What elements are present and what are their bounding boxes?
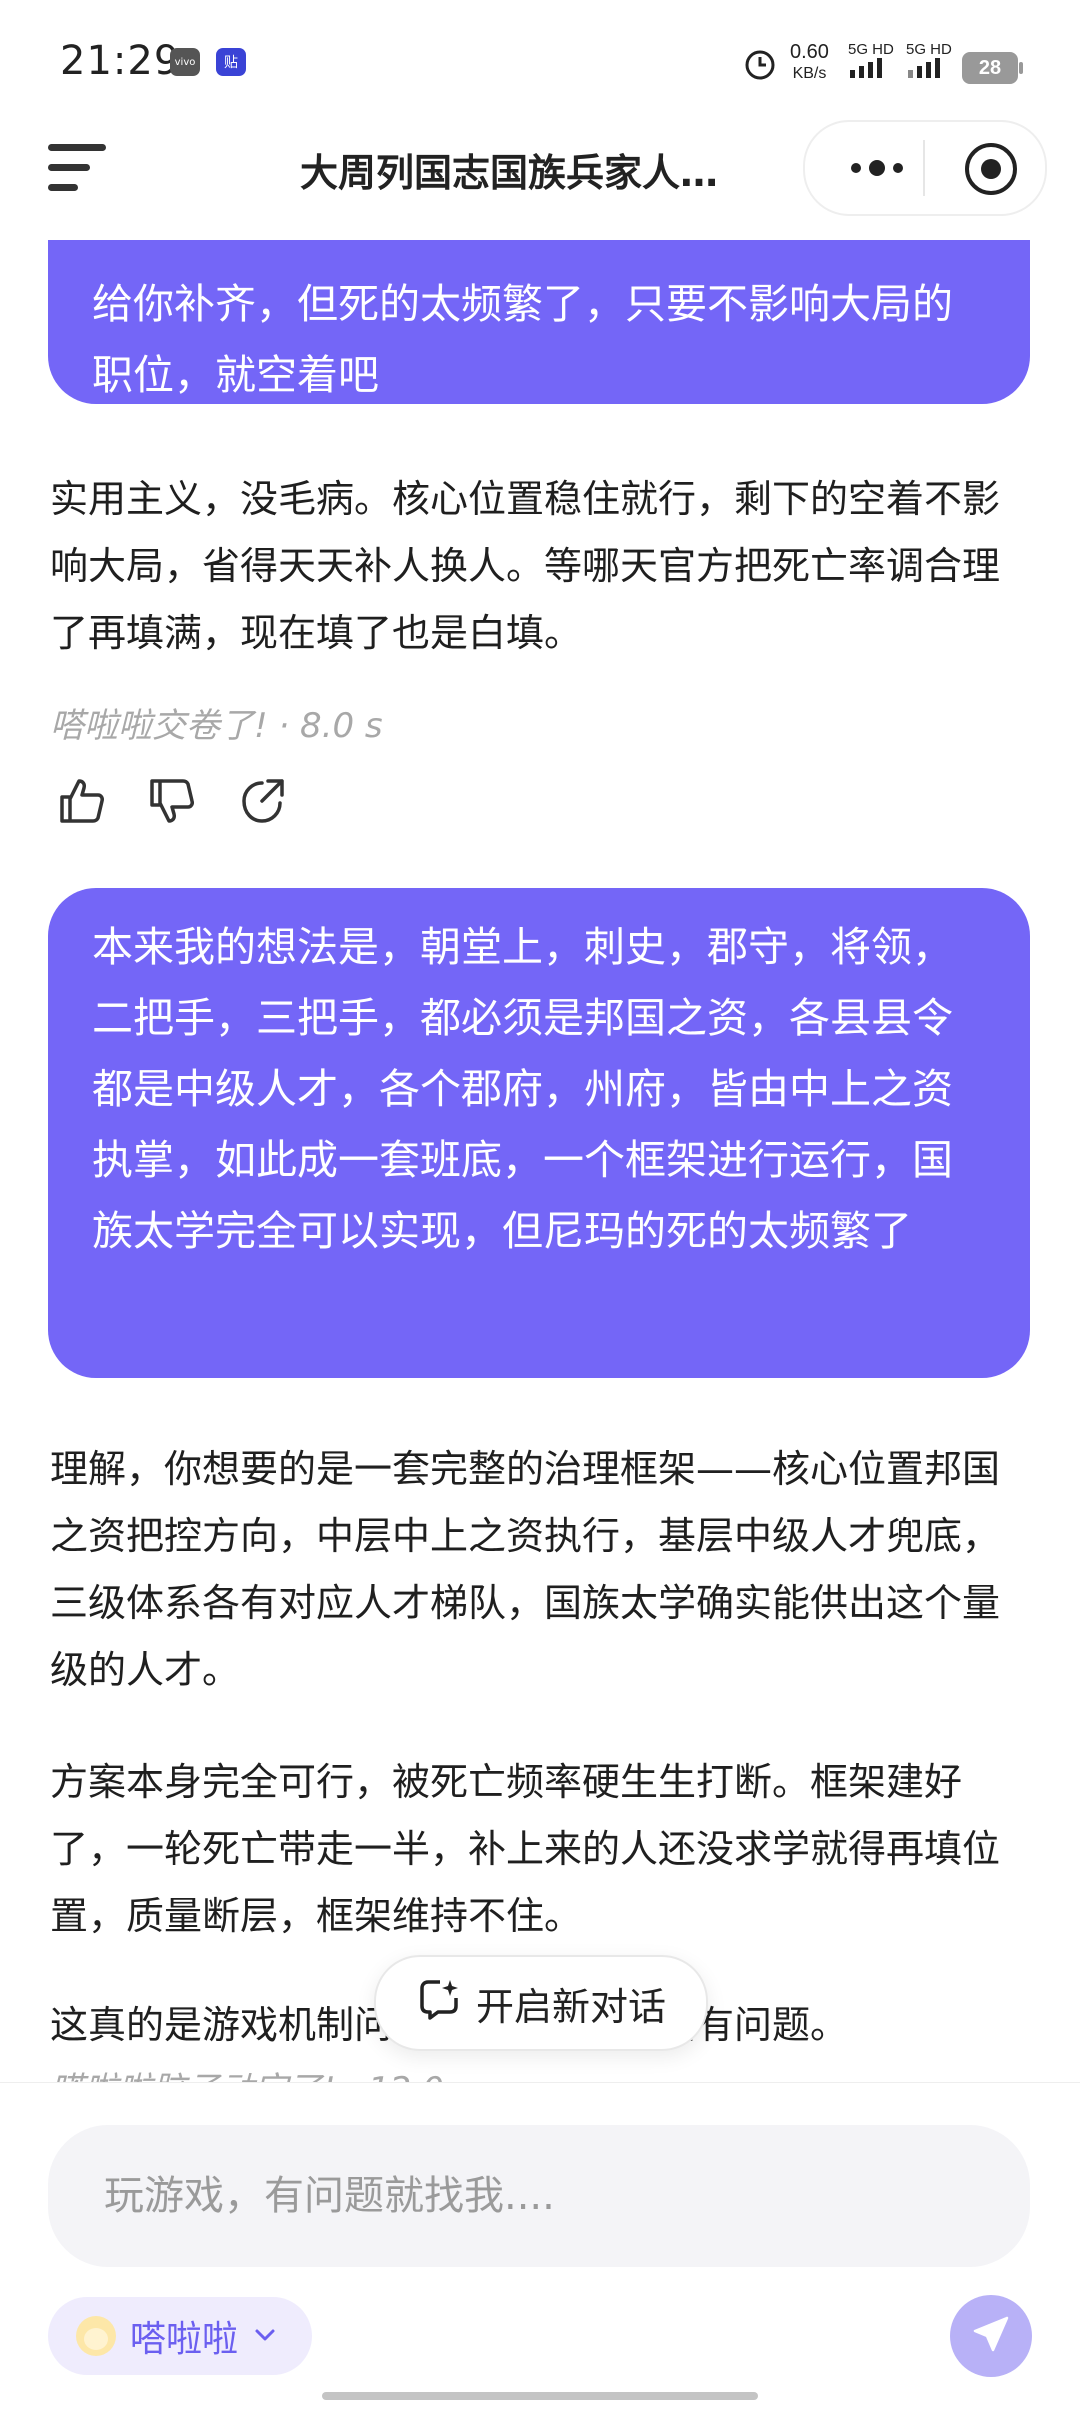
persona-avatar [76,2316,116,2356]
mini-program-capsule [803,120,1047,216]
sim2-signal: 5G HD [906,42,952,82]
bot-message-meta: 嗒啦啦脑子动完了! · 12.0 s [50,2062,472,2082]
persona-selector[interactable]: 嗒啦啦 [48,2297,312,2375]
bot-message-text: 理解，你想要的是一套完整的治理框架——核心位置邦国之资把控方向，中层中上之资执行… [50,1447,1001,1692]
chevron-down-icon [252,2316,278,2357]
new-chat-icon [416,1976,462,2031]
more-button[interactable] [829,140,925,196]
capsule-divider [923,140,925,196]
user-message-text: 给你补齐，但死的太频繁了，只要不影响大局的职位，就空着吧 [92,280,953,399]
home-indicator[interactable] [322,2392,758,2400]
sim1-signal: 5G HD [848,42,894,82]
top-nav: 大周列国志国族兵家人… [0,120,1080,240]
close-button[interactable] [965,143,1017,195]
bot-message-text: 方案本身完全可行，被死亡频率硬生生打断。框架建好了，一轮死亡带走一半，补上来的人… [50,1760,1001,1938]
alarm-icon [742,46,778,86]
composer: 玩游戏，有问题就找我.... 嗒啦啦 [0,2082,1080,2409]
bot-message-meta: 嗒啦啦交卷了! · 8.0 s [50,706,383,746]
thumbs-down-icon[interactable] [146,775,198,835]
page-title: 大周列国志国族兵家人… [300,151,719,195]
vivo-app-icon: vivo [170,48,200,76]
menu-icon[interactable] [48,140,108,194]
user-message-text: 本来我的想法是，朝堂上，刺史，郡守，将领，二把手，三把手，都必须是邦国之资，各县… [92,923,953,1255]
battery-indicator: 28 [962,52,1023,84]
tie-app-icon: 贴 [216,48,246,76]
message-actions [56,775,288,835]
send-icon [969,2312,1013,2360]
send-button[interactable] [950,2295,1032,2377]
status-bar: 21:29 vivo 贴 0.60 KB/s 5G HD 5G HD 28 [0,0,1080,120]
status-time: 21:29 [60,38,181,84]
new-chat-label: 开启新对话 [475,1984,666,2029]
chat-list[interactable]: 给你补齐，但死的太频繁了，只要不影响大局的职位，就空着吧 实用主义，没毛病。核心… [0,240,1080,2082]
share-icon[interactable] [236,775,288,835]
persona-name: 嗒啦啦 [130,2319,239,2360]
net-speed: 0.60 KB/s [790,41,829,83]
user-message-bubble: 给你补齐，但死的太频繁了，只要不影响大局的职位，就空着吧 [48,240,1030,404]
message-input[interactable]: 玩游戏，有问题就找我.... [48,2125,1030,2267]
bot-message-text: 实用主义，没毛病。核心位置稳住就行，剩下的空着不影响大局，省得天天补人换人。等哪… [50,477,1001,655]
thumbs-up-icon[interactable] [56,775,108,835]
new-chat-button[interactable]: 开启新对话 [374,1955,708,2051]
user-message-bubble: 本来我的想法是，朝堂上，刺史，郡守，将领，二把手，三把手，都必须是邦国之资，各县… [48,888,1030,1378]
